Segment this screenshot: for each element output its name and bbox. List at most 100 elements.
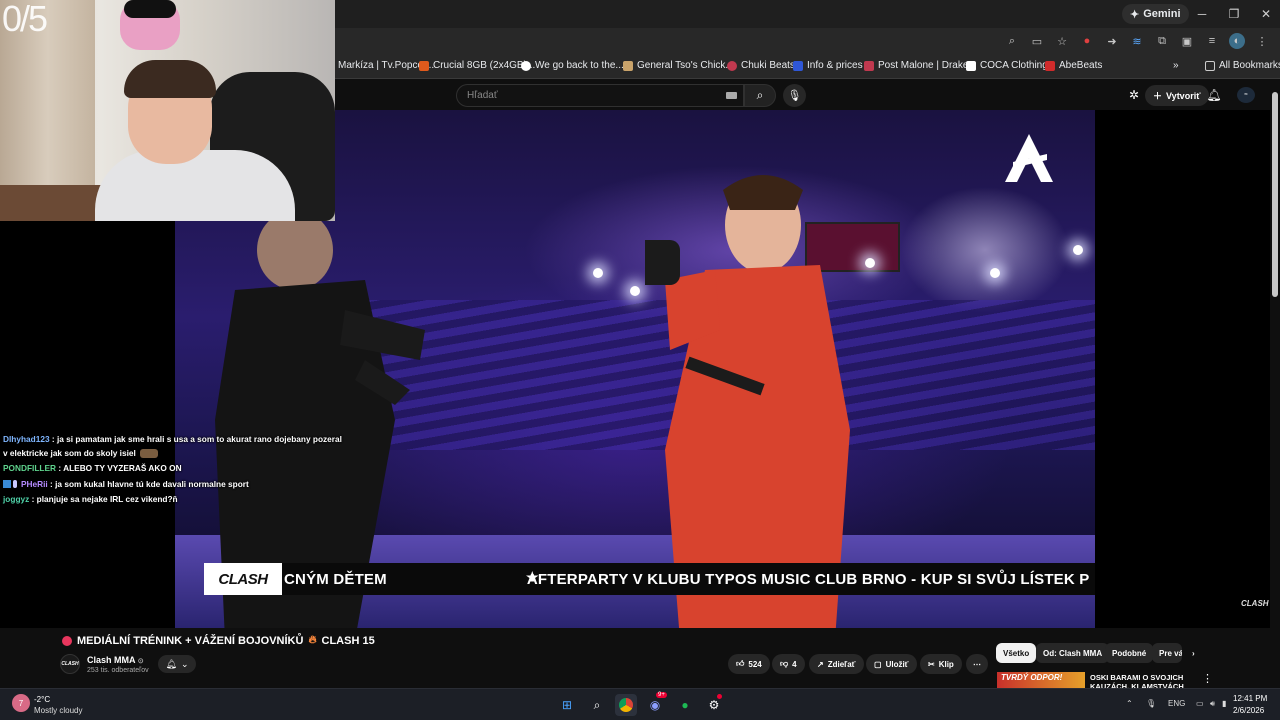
video-title-suffix: CLASH 15 [321,634,375,647]
emote-icon [139,448,158,458]
chip-related[interactable]: Podobné [1105,643,1154,663]
bookmark-item[interactable]: COCA Clothing [966,60,1048,71]
menu-kebab-icon[interactable]: ⋮ [1254,33,1270,49]
toolbar-icons: ⌕ ▭ ☆ ● ➜ ≋ ⧉ ▣ ≡ ◐ ⋮ [1004,33,1270,49]
stage-light [990,268,1000,278]
chat-username: PONDFILLER [3,463,57,473]
google-favicon [521,60,531,71]
search-icon[interactable]: ⌕ [586,694,608,716]
fighter-red-figure [645,175,850,628]
zoom-icon[interactable]: ⌕ [1004,33,1020,49]
weather-description: Mostly cloudy [34,706,83,715]
clash-a-logo-icon [1005,134,1053,182]
gemini-button[interactable]: ✦ Gemini [1122,4,1189,24]
chat-message: PONDFILLER : ALEBO TY VYZERAŠ AKO ON [3,463,182,473]
chat-overlay: Dlhyhad123 : ja si pamatam jak sme hrali… [3,433,348,509]
bookmark-item[interactable]: Info & prices [793,60,863,71]
all-bookmarks[interactable]: All Bookmarks [1205,60,1280,71]
bookmarks-overflow-icon[interactable]: » [1173,60,1179,71]
search-button[interactable]: ⌕ [744,84,776,107]
minimize-icon[interactable]: ─ [1188,4,1216,24]
clock-date[interactable]: 2/6/2026 [1233,706,1264,715]
ticker-logo: CLASH [204,563,282,595]
gemini-label: Gemini [1143,8,1181,20]
creator-icon[interactable]: ✲ [1126,87,1142,103]
tab-search-icon[interactable]: ≡ [1204,33,1220,49]
chip-all[interactable]: Všetko [996,643,1037,663]
microphone-icon[interactable]: 🎙 [1146,699,1156,708]
scrollbar-thumb[interactable] [1272,92,1278,297]
search-input[interactable]: Hľadať [456,84,744,107]
page-scrollbar[interactable] [1270,80,1280,690]
bookmark-item[interactable]: Chuki Beats [727,60,795,71]
bookmark-item[interactable]: AbeBeats [1045,60,1102,71]
like-button[interactable]: 👍︎ 524 [728,654,770,674]
bookmark-favicon [864,60,874,71]
tray-overflow-icon[interactable]: ⌃ [1126,699,1133,708]
ticker-text: CNÝM DĚTEM ★ AFTERPARTY V KLUBU TYPOS MU… [284,563,1095,595]
chip-for-you[interactable]: Pre vás [1152,643,1182,663]
recommended-menu-icon[interactable]: ⋮ [1202,672,1213,685]
chat-message: joggyz : planjuje sa nejake IRL cez vike… [3,494,178,504]
chat-text: ALEBO TY VYZERAŠ AKO ON [63,463,182,473]
create-button[interactable]: ＋ Vytvoriť [1145,85,1209,106]
cast-icon[interactable]: ▭ [1029,33,1045,49]
extension-wave-icon[interactable]: ≋ [1129,33,1145,49]
chat-message: PHeRii : ja som kukal hlavne tú kde dava… [3,478,348,492]
create-label: Vytvoriť [1166,90,1201,101]
share-button[interactable]: ↗ Zdieľať [809,654,864,674]
clip-button[interactable]: ✂ Klip [920,654,962,674]
close-icon[interactable]: ✕ [1252,4,1280,24]
extension-red-icon[interactable]: ● [1079,33,1095,49]
chrome-icon[interactable] [615,694,637,716]
extension-arrow-icon[interactable]: ➜ [1104,33,1120,49]
network-icon[interactable]: ▭ [1196,699,1204,708]
chips-next-chevron-icon[interactable]: › [1188,643,1199,663]
bookmark-item[interactable]: General Tso's Chick... [623,60,734,71]
voice-search-button[interactable]: 🎙 [783,84,806,107]
ticker-text-left: CNÝM DĚTEM [284,570,387,588]
bookmark-item[interactable]: We go back to the... [521,60,624,71]
video-title: MEDIÁLNÍ TRÉNINK + VÁŽENÍ BOJOVNÍKŮ 🔥︎ C… [62,634,375,647]
flame-icon: 🔥︎ [308,634,317,646]
notifications-bell-icon[interactable]: 🔔︎ [1206,87,1222,103]
spotify-icon[interactable]: ● [674,694,696,716]
app-icon[interactable]: ⚙ [703,694,725,716]
channel-avatar[interactable]: CLASH [60,654,80,674]
language-indicator[interactable]: ENG [1168,699,1185,708]
account-avatar[interactable]: ≈ [1237,87,1255,103]
weather-icon[interactable]: 7 [12,694,30,712]
keyboard-icon[interactable] [726,92,737,99]
restore-icon[interactable]: ❐ [1220,4,1248,24]
streamer-shirt [95,150,295,221]
subscription-bell-button[interactable]: 🔔︎ ⌄ [158,655,196,673]
bookmark-item[interactable]: Crucial 8GB (2x4GB)... [419,60,535,71]
screen: ✦ Gemini ─ ❐ ✕ ⌕ ▭ ☆ ● ➜ ≋ ⧉ ▣ ≡ ◐ ⋮ Mar… [0,0,1280,720]
chat-text: ja som kukal hlavne tú kde davali normal… [55,478,249,489]
discord-icon[interactable]: ◉ 9+ [644,692,667,716]
star-icon[interactable]: ☆ [1054,33,1070,49]
more-actions-button[interactable]: ⋯ [966,654,988,674]
bookmark-item[interactable]: Post Malone | Drake... [864,60,977,71]
chat-username: joggyz [3,494,30,504]
extensions-puzzle-icon[interactable]: ⧉ [1154,33,1170,49]
dislike-button[interactable]: 👎︎ 4 [772,654,805,674]
bookmark-favicon [1045,60,1055,71]
battery-icon[interactable]: ▮ [1222,699,1226,708]
start-windows-icon[interactable]: ⊞ [556,694,578,716]
chip-from-channel[interactable]: Od: Clash MMA [1036,643,1110,663]
sidepanel-icon[interactable]: ▣ [1179,33,1195,49]
volume-icon[interactable]: 🔊︎ [1210,699,1215,709]
profile-avatar-icon[interactable]: ◐ [1229,33,1245,49]
save-button[interactable]: ▢ Uložiť [866,654,917,674]
ticker-text-right: AFTERPARTY V KLUBU TYPOS MUSIC CLUB BRNO… [526,570,1090,588]
search-icon: ⌕ [756,88,764,102]
bookmark-favicon [793,60,803,71]
channel-name[interactable]: Clash MMA ⊙ [87,655,144,665]
more-icon: ⋯ [973,659,981,669]
mic-icon: 🎙 [787,90,802,102]
plush-ears [124,0,176,18]
bell-icon: 🔔︎ [165,658,177,669]
streamer-hair [124,60,216,98]
clock-time[interactable]: 12:41 PM [1233,694,1267,703]
